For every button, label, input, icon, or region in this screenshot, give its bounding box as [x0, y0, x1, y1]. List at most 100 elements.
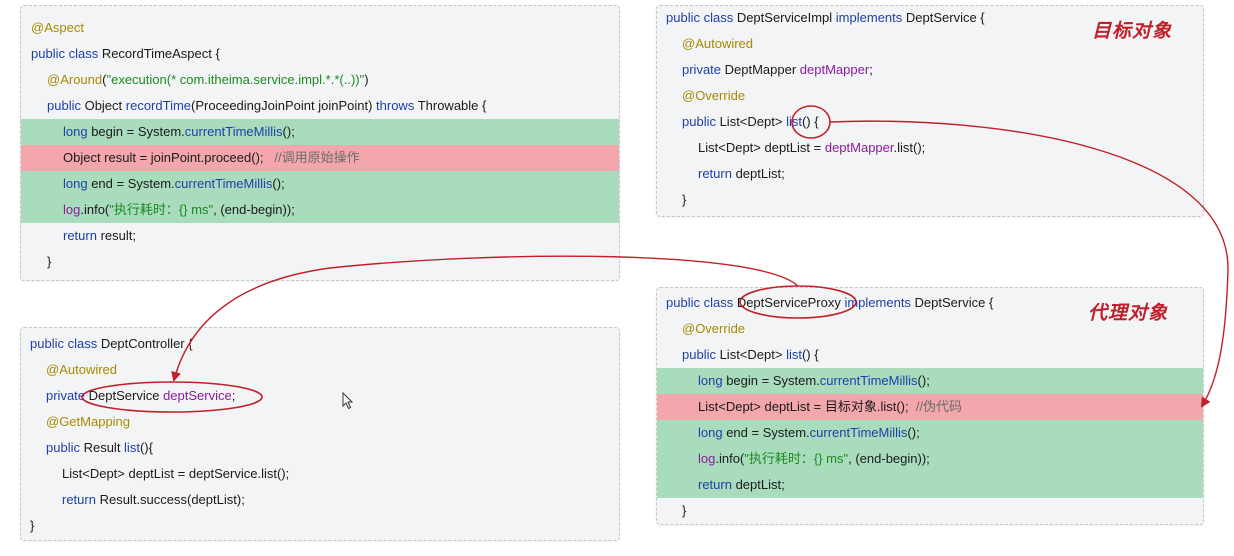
- code-token: DeptService: [88, 388, 164, 403]
- code-token: .info(: [80, 202, 110, 217]
- code-token: @Override: [682, 321, 746, 336]
- code-token: deptList;: [735, 477, 785, 492]
- code-token: DeptService {: [905, 10, 985, 25]
- code-token: @Override: [682, 88, 746, 103]
- code-token: (){: [139, 440, 153, 455]
- code-token: List<Dept>: [719, 347, 787, 362]
- target-object-label: 目标对象: [1092, 20, 1173, 42]
- code-token: ();: [272, 176, 285, 191]
- code-token: result;: [100, 228, 136, 243]
- aspect-code-line: public Object recordTime(ProceedingJoinP…: [21, 93, 619, 119]
- code-token: list: [124, 440, 140, 455]
- code-token: //调用原始操作: [274, 150, 360, 165]
- code-token: "execution(* com.itheima.service.impl.*.…: [106, 72, 365, 87]
- code-token: }: [47, 254, 52, 269]
- code-token: , (end-begin));: [213, 202, 295, 217]
- code-token: currentTimeMillis: [809, 425, 908, 440]
- code-token: }: [682, 503, 687, 518]
- code-token: deptList;: [735, 166, 785, 181]
- code-token: recordTime: [125, 98, 192, 113]
- code-token: public: [46, 440, 84, 455]
- code-token: , (end-begin));: [848, 451, 930, 466]
- aspect-code-line: Object result = joinPoint.proceed(); //调…: [21, 145, 619, 171]
- code-token: ;: [231, 388, 236, 403]
- code-token: List<Dept>: [719, 114, 787, 129]
- code-token: @Autowired: [46, 362, 118, 377]
- code-token: begin = System.: [726, 373, 820, 388]
- code-token: ): [364, 72, 369, 87]
- controller-code-line: private DeptService deptService;: [21, 383, 619, 409]
- code-token: public: [682, 347, 720, 362]
- proxy-code-line: long end = System.currentTimeMillis();: [657, 420, 1203, 446]
- code-token: private: [682, 62, 725, 77]
- code-token: DeptController {: [100, 336, 193, 351]
- code-token: public class: [666, 10, 737, 25]
- code-token: list: [786, 347, 802, 362]
- aspect-code-line: log.info("执行耗时：{} ms", (end-begin));: [21, 197, 619, 223]
- controller-code-line: }: [21, 513, 619, 539]
- code-token: implements: [844, 295, 915, 310]
- code-token: @Around: [47, 72, 103, 87]
- code-token: deptMapper: [824, 140, 894, 155]
- controller-code-line: @Autowired: [21, 357, 619, 383]
- code-token: DeptMapper: [724, 62, 800, 77]
- code-token: long: [698, 425, 727, 440]
- code-token: return: [698, 477, 736, 492]
- aspect-code-line: long begin = System.currentTimeMillis();: [21, 119, 619, 145]
- aspect-code-panel: @Aspect public class RecordTimeAspect {@A…: [20, 5, 620, 281]
- proxy-code-line: long begin = System.currentTimeMillis();: [657, 368, 1203, 394]
- code-token: end = System.: [726, 425, 810, 440]
- code-token: () {: [801, 347, 819, 362]
- proxy-code-line: List<Dept> deptList = 目标对象.list(); //伪代码: [657, 394, 1203, 420]
- code-token: deptMapper: [799, 62, 870, 77]
- code-token: implements: [835, 10, 906, 25]
- proxy-object-label: 代理对象: [1088, 302, 1169, 324]
- aspect-code-line: }: [21, 249, 619, 275]
- controller-code-line: public Result list(){: [21, 435, 619, 461]
- code-token: return: [63, 228, 101, 243]
- code-token: list: [786, 114, 802, 129]
- target-code-line: return deptList;: [657, 161, 1203, 187]
- code-token: Object: [84, 98, 126, 113]
- code-token: return: [62, 492, 100, 507]
- code-token: long: [698, 373, 727, 388]
- code-token: ();: [907, 425, 920, 440]
- code-token: return: [698, 166, 736, 181]
- code-token: //伪代码: [915, 399, 963, 414]
- code-token: DeptServiceProxy: [736, 295, 845, 310]
- code-token: currentTimeMillis: [174, 176, 273, 191]
- aspect-code-line: return result;: [21, 223, 619, 249]
- code-token: private: [46, 388, 89, 403]
- aspect-code-line: @Aspect: [21, 15, 619, 41]
- code-token: ();: [282, 124, 295, 139]
- code-token: DeptServiceImpl: [736, 10, 836, 25]
- controller-code-line: List<Dept> deptList = deptService.list()…: [21, 461, 619, 487]
- aspect-code-line: @Around("execution(* com.itheima.service…: [21, 67, 619, 93]
- code-token: @Autowired: [682, 36, 754, 51]
- code-token: }: [30, 518, 35, 533]
- controller-code-panel: public class DeptController { @Autowired p…: [20, 327, 620, 541]
- code-token: public: [47, 98, 85, 113]
- code-token: DeptService {: [914, 295, 994, 310]
- controller-code-line: return Result.success(deptList);: [21, 487, 619, 513]
- code-token: ();: [917, 373, 930, 388]
- proxy-code-line: }: [657, 498, 1203, 524]
- target-code-line: private DeptMapper deptMapper;: [657, 57, 1203, 83]
- code-token: end = System.: [91, 176, 175, 191]
- code-token: .list();: [893, 140, 926, 155]
- code-token: Object result = joinPoint.proceed();: [63, 150, 275, 165]
- code-token: currentTimeMillis: [819, 373, 918, 388]
- code-token: log: [63, 202, 81, 217]
- aspect-code-line: public class RecordTimeAspect {: [21, 41, 619, 67]
- code-token: Result.success(deptList);: [99, 492, 245, 507]
- code-token: List<Dept> deptList = deptService.list()…: [62, 466, 290, 481]
- target-code-line: @Override: [657, 83, 1203, 109]
- code-token: Result: [83, 440, 125, 455]
- code-token: ;: [869, 62, 873, 77]
- code-token: List<Dept> deptList =: [698, 140, 825, 155]
- code-token: public class: [30, 336, 101, 351]
- code-token: .info(: [715, 451, 745, 466]
- target-code-line: List<Dept> deptList = deptMapper.list();: [657, 135, 1203, 161]
- code-token: public class: [666, 295, 737, 310]
- code-token: (ProceedingJoinPoint joinPoint): [191, 98, 377, 113]
